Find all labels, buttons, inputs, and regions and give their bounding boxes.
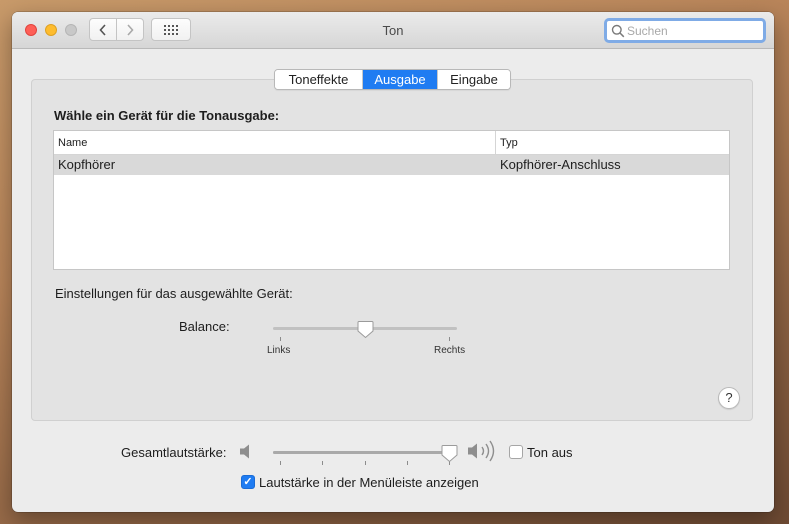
mute-checkbox[interactable] bbox=[509, 445, 523, 459]
tab-toneffekte[interactable]: Toneffekte bbox=[275, 70, 363, 89]
tab-bar: Toneffekte Ausgabe Eingabe bbox=[274, 69, 511, 90]
balance-thumb[interactable] bbox=[357, 320, 374, 339]
column-header-type[interactable]: Typ bbox=[496, 131, 729, 154]
volume-tick bbox=[407, 461, 408, 465]
output-device-heading: Wähle ein Gerät für die Tonausgabe: bbox=[54, 108, 280, 123]
table-row[interactable]: Kopfhörer Kopfhörer-Anschluss bbox=[54, 155, 729, 175]
search-icon bbox=[611, 24, 625, 37]
balance-right-label: Rechts bbox=[434, 345, 466, 356]
volume-thumb[interactable] bbox=[441, 444, 458, 463]
volume-fill bbox=[273, 451, 450, 454]
search-field[interactable] bbox=[604, 18, 766, 43]
system-preferences-window: Ton Toneffekte Ausgabe Eingabe Wähle ein… bbox=[12, 12, 774, 512]
volume-tick bbox=[365, 461, 366, 465]
balance-tick-right bbox=[449, 337, 450, 341]
search-input[interactable] bbox=[627, 23, 757, 38]
mute-label[interactable]: Ton aus bbox=[527, 445, 573, 460]
device-table[interactable]: Name Typ Kopfhörer Kopfhörer-Anschluss bbox=[53, 130, 730, 270]
balance-tick-left bbox=[280, 337, 281, 341]
tab-eingabe[interactable]: Eingabe bbox=[438, 70, 510, 89]
show-in-menubar-label[interactable]: Lautstärke in der Menüleiste anzeigen bbox=[259, 475, 479, 490]
device-type: Kopfhörer-Anschluss bbox=[500, 157, 621, 172]
show-in-menubar-checkbox[interactable]: ✓ bbox=[241, 475, 255, 489]
table-header: Name Typ bbox=[54, 131, 729, 155]
balance-left-label: Links bbox=[267, 345, 291, 356]
volume-tick bbox=[280, 461, 281, 465]
help-button[interactable]: ? bbox=[718, 387, 740, 409]
speaker-high-icon bbox=[468, 440, 495, 462]
title-bar: Ton bbox=[12, 12, 774, 49]
volume-tick bbox=[322, 461, 323, 465]
settings-label: Einstellungen für das ausgewählte Gerät: bbox=[55, 286, 293, 301]
device-name: Kopfhörer bbox=[58, 157, 116, 172]
volume-label: Gesamtlautstärke: bbox=[121, 445, 227, 460]
tab-ausgabe[interactable]: Ausgabe bbox=[363, 70, 438, 89]
speaker-low-icon bbox=[240, 444, 249, 459]
column-header-name[interactable]: Name bbox=[54, 131, 496, 154]
balance-label: Balance: bbox=[179, 319, 230, 334]
